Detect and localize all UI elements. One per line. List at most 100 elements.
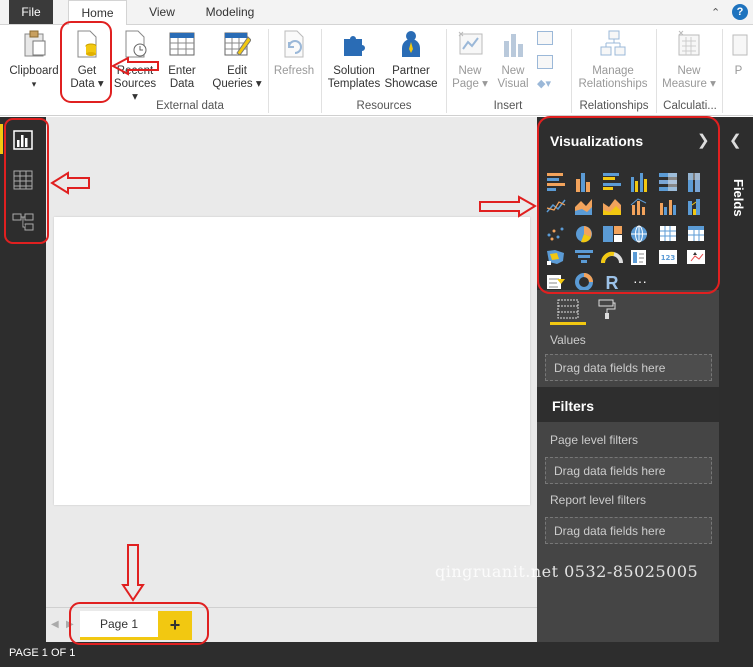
scroll-left-icon[interactable]: ◀ [51, 619, 59, 630]
image-icon[interactable] [537, 55, 553, 69]
group-insert: Insert [493, 100, 523, 112]
r-visual-icon[interactable]: R [606, 273, 619, 293]
enter-label-2: Data [169, 78, 195, 90]
person-icon [402, 31, 420, 57]
clipboard-button[interactable]: Clipboard ▾ [6, 29, 62, 91]
line-and-clustered-column-icon[interactable] [660, 200, 676, 215]
slicer-icon[interactable] [547, 275, 565, 289]
stacked-bar-chart-icon[interactable] [547, 173, 565, 191]
report-filters-drop-zone[interactable]: Drag data fields here [545, 517, 712, 544]
text-box-icon[interactable] [537, 31, 553, 45]
map-icon[interactable] [631, 225, 647, 243]
newmeasure-label-1: New [677, 65, 701, 77]
new-measure-button[interactable]: New Measure ▾ [659, 29, 719, 91]
tab-home[interactable]: Home [68, 0, 127, 26]
recent-sources-button[interactable]: Recent Sources ▾ [110, 29, 160, 104]
treemap-icon[interactable] [603, 226, 622, 242]
svg-text:···: ··· [633, 273, 647, 289]
clustered-bar-chart-icon[interactable] [603, 173, 621, 190]
calculator-icon [678, 30, 700, 56]
table-icon [169, 32, 195, 56]
get-data-button[interactable]: Get Data ▾ [64, 29, 110, 91]
stacked-area-chart-icon[interactable] [603, 199, 621, 215]
stacked-column-chart-icon[interactable] [576, 173, 590, 192]
shapes-icon[interactable]: ◆▾ [537, 77, 555, 91]
table-visual-icon[interactable] [660, 226, 676, 241]
matrix-icon[interactable] [688, 226, 704, 241]
publish-button[interactable]: P [724, 29, 753, 78]
group-relationships: Relationships [579, 100, 649, 112]
edit-label-1: Edit [227, 65, 247, 77]
page-tab[interactable]: Page 1 [80, 611, 158, 640]
help-icon[interactable]: ? [732, 4, 748, 20]
scroll-right-icon[interactable]: ▶ [66, 619, 74, 630]
relationships-icon [600, 30, 626, 56]
data-view-button[interactable] [8, 165, 38, 195]
group-calculations: Calculati... [663, 100, 717, 112]
filters-title: Filters [552, 398, 595, 414]
puzzle-icon [344, 36, 365, 56]
more-visuals-icon[interactable]: ··· [633, 273, 647, 289]
visual-tools-bar [537, 290, 719, 326]
solution-label-2: Templates [327, 78, 381, 90]
donut-chart-icon[interactable] [575, 273, 593, 291]
funnel-icon[interactable] [575, 250, 593, 263]
chevron-right-icon[interactable]: ❯ [697, 131, 710, 149]
paint-roller-icon[interactable] [597, 298, 617, 320]
gauge-icon[interactable] [601, 251, 623, 264]
recent-label-1: Recent [116, 65, 154, 77]
100-stacked-bar-chart-icon[interactable] [659, 173, 677, 191]
refresh-button[interactable]: Refresh [271, 29, 317, 78]
partner-label-1: Partner [392, 65, 430, 77]
collapse-ribbon-icon[interactable]: ⌃ [711, 6, 720, 19]
publish-label: P [734, 65, 743, 77]
new-page-button[interactable]: New Page ▾ [449, 29, 491, 91]
tab-view[interactable]: View [140, 0, 184, 25]
fields-well-icon[interactable] [557, 299, 579, 319]
100-stacked-column-chart-icon[interactable] [688, 173, 700, 192]
card-icon[interactable]: 123 [659, 250, 677, 264]
new-visual-button[interactable]: New Visual [492, 29, 534, 91]
active-view-indicator [0, 124, 3, 154]
clustered-column-chart-icon[interactable] [631, 173, 647, 192]
tab-modeling[interactable]: Modeling [198, 0, 262, 25]
scatter-chart-icon[interactable] [547, 227, 564, 241]
clipboard-dropdown-icon: ▾ [31, 79, 37, 89]
relationship-view-button[interactable] [8, 207, 38, 237]
pie-chart-icon[interactable] [576, 226, 592, 243]
refresh-icon [284, 30, 304, 58]
line-and-stacked-column-icon[interactable] [630, 198, 647, 215]
edit-queries-button[interactable]: Edit Queries ▾ [210, 29, 264, 91]
area-chart-icon[interactable] [575, 199, 592, 215]
enter-data-button[interactable]: Enter Data [162, 29, 202, 91]
page-filters-drop-zone[interactable]: Drag data fields here [545, 457, 712, 484]
report-view-button[interactable] [8, 125, 38, 155]
clipboard-label: Clipboard [9, 65, 59, 77]
ribbon-separator [571, 29, 572, 113]
kpi-icon[interactable] [687, 250, 705, 264]
ribbon-chart-icon[interactable] [688, 199, 700, 215]
bar-chart-icon [504, 34, 523, 57]
manage-relationships-button[interactable]: Manage Relationships [574, 29, 652, 91]
filled-map-icon[interactable] [547, 250, 564, 265]
tab-file[interactable]: File [9, 0, 53, 24]
filters-header: Filters [537, 387, 719, 422]
report-page[interactable] [54, 217, 530, 505]
ribbon-separator [722, 29, 723, 113]
filters-body: Page level filters Drag data fields here… [537, 422, 719, 544]
add-page-button[interactable]: + [158, 611, 192, 640]
chevron-left-icon[interactable]: ❮ [729, 131, 742, 149]
values-drop-zone[interactable]: Drag data fields here [545, 354, 712, 381]
manage-label-2: Relationships [578, 78, 648, 90]
edit-queries-icon [224, 32, 251, 56]
get-data-label-1: Get [77, 65, 97, 77]
multi-row-card-icon[interactable] [631, 250, 646, 265]
newvisual-label-2: Visual [497, 78, 529, 90]
page-tabs-bar: ◀ ▶ Page 1 + [46, 607, 537, 642]
fields-pane-collapsed[interactable]: ❮ Fields [719, 117, 753, 642]
solution-templates-button[interactable]: Solution Templates [326, 29, 382, 91]
clipboard-icon [24, 30, 46, 57]
partner-showcase-button[interactable]: Partner Showcase [382, 29, 440, 91]
newmeasure-label-2: Measure ▾ [662, 78, 716, 90]
line-chart-icon[interactable] [546, 199, 566, 213]
